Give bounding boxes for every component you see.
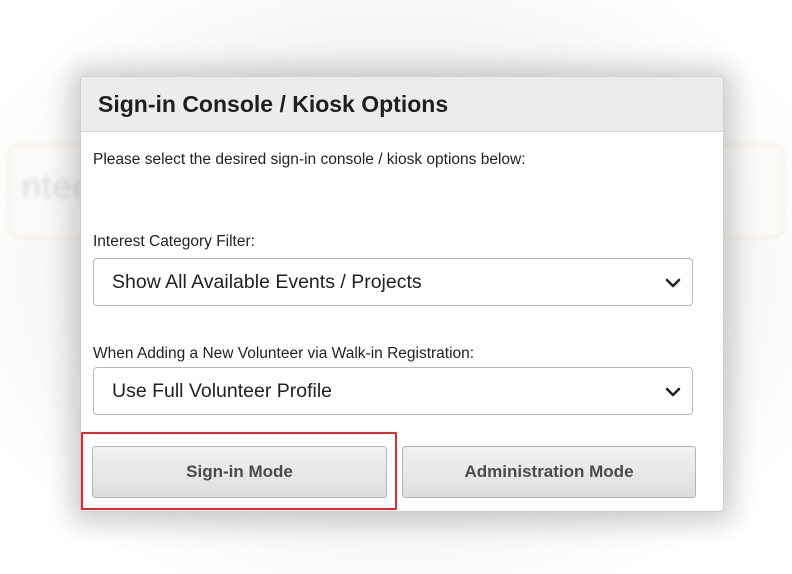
walkin-registration-select[interactable]: Use Full Volunteer Profile xyxy=(93,367,693,415)
chevron-down-icon xyxy=(665,278,681,288)
walkin-registration-value: Use Full Volunteer Profile xyxy=(112,380,333,402)
interest-filter-label: Interest Category Filter: xyxy=(93,233,255,250)
dialog-title: Sign-in Console / Kiosk Options xyxy=(98,91,449,117)
interest-filter-value: Show All Available Events / Projects xyxy=(112,271,422,293)
kiosk-options-dialog: Sign-in Console / Kiosk Options Please s… xyxy=(80,76,724,512)
walkin-registration-label: When Adding a New Volunteer via Walk-in … xyxy=(93,345,475,362)
sign-in-mode-button[interactable]: Sign-in Mode xyxy=(92,446,387,498)
interest-filter-select[interactable]: Show All Available Events / Projects xyxy=(93,258,693,306)
dialog-intro-text: Please select the desired sign-in consol… xyxy=(93,151,526,168)
chevron-down-icon xyxy=(665,387,681,397)
dialog-header: Sign-in Console / Kiosk Options xyxy=(81,77,723,132)
administration-mode-button[interactable]: Administration Mode xyxy=(402,446,696,498)
